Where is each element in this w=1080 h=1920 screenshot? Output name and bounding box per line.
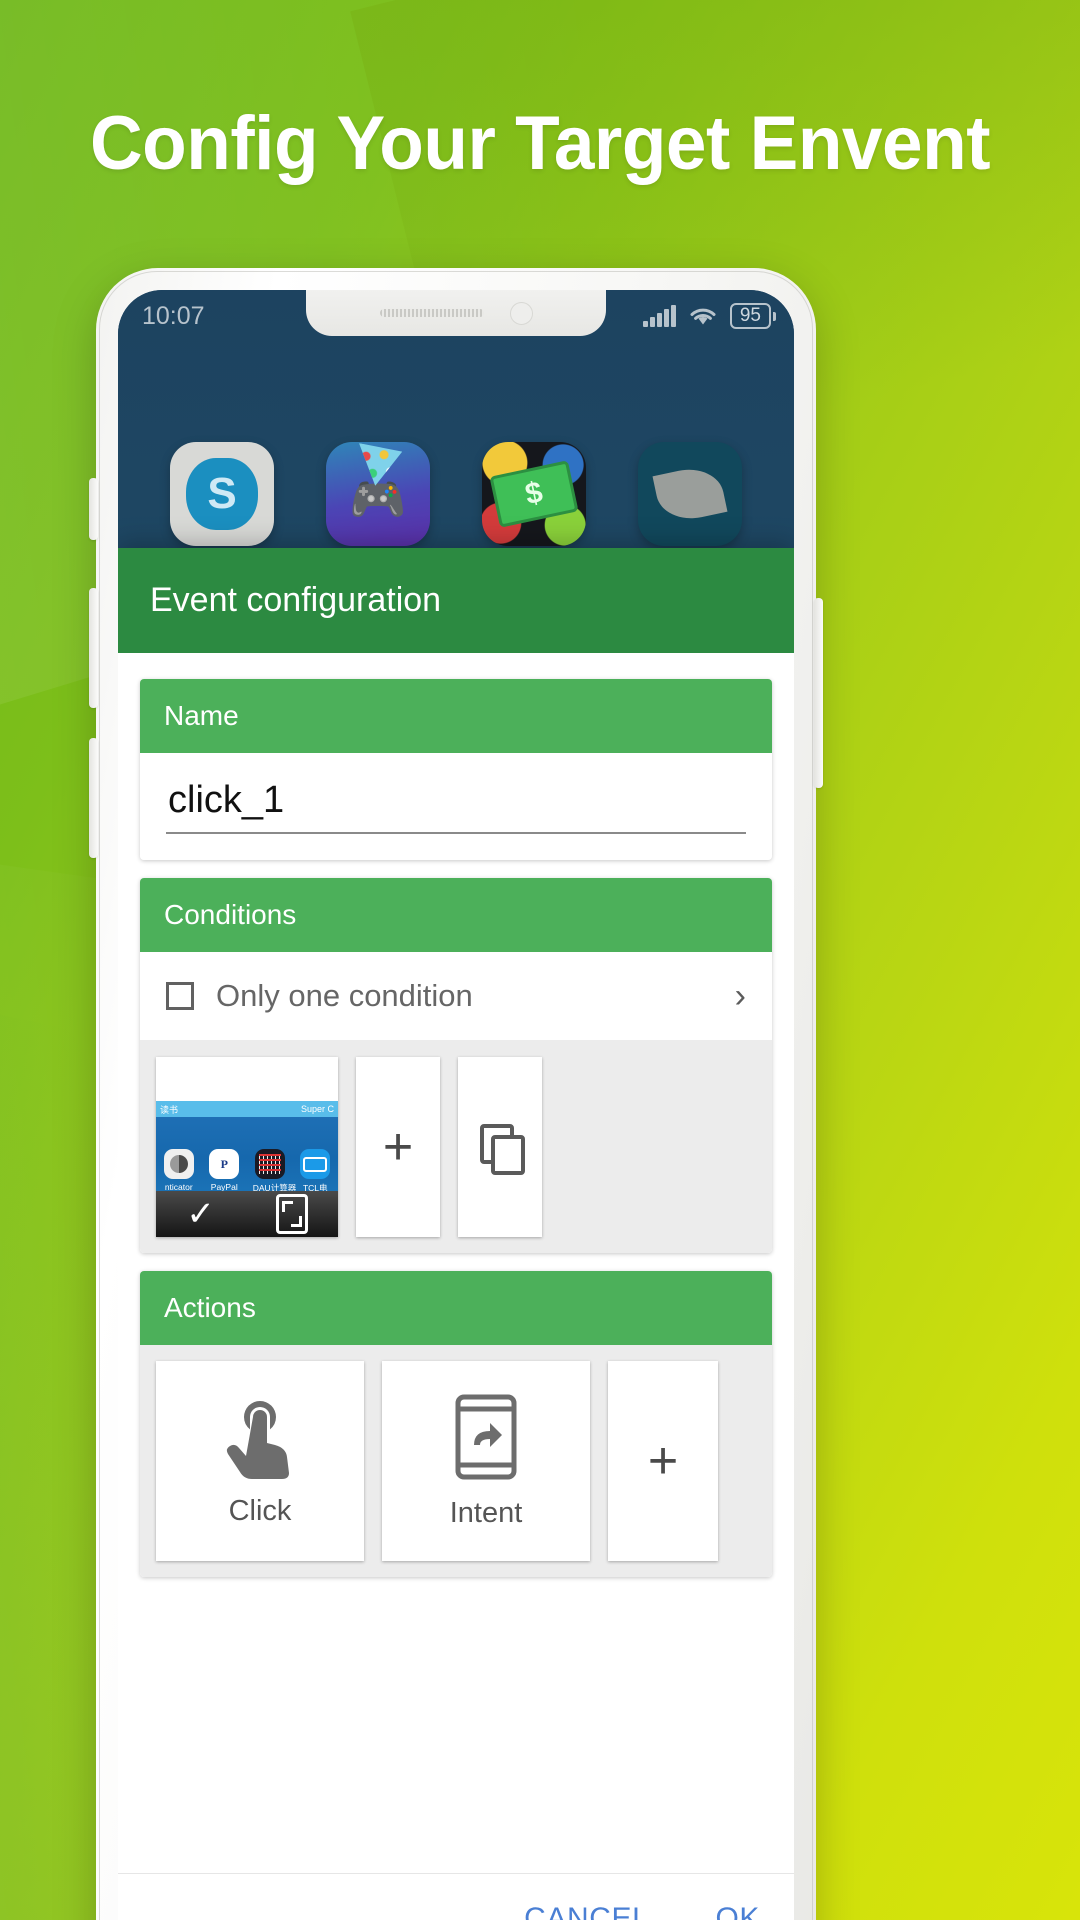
- plus-icon: +: [382, 1118, 414, 1176]
- promo-screenshot: Config Your Target Envent 10:07 95 S 🎮 $…: [0, 0, 1080, 1920]
- thumb-app: P PayPal: [207, 1149, 241, 1192]
- leaf-icon[interactable]: [638, 442, 742, 546]
- abacus-icon: [254, 1149, 285, 1179]
- name-section-title: Name: [140, 679, 772, 753]
- crop-screen-icon: [275, 1194, 308, 1234]
- name-card: Name: [140, 679, 772, 860]
- action-label: Click: [228, 1494, 292, 1527]
- event-configuration-dialog: Event configuration Name Conditions: [118, 548, 794, 1920]
- action-label: Intent: [449, 1496, 523, 1529]
- phone-power-button: [814, 598, 823, 788]
- conditions-thumbnail-strip: 读书 Super C nticator P PayPal DAU计算器 TCL电…: [140, 1041, 772, 1253]
- money-game-icon[interactable]: $: [482, 442, 586, 546]
- screenshot-status-right: Super C: [300, 1104, 334, 1114]
- add-condition-button[interactable]: +: [356, 1057, 440, 1237]
- money-game-glyph: $: [489, 460, 579, 528]
- name-input[interactable]: [166, 775, 746, 834]
- earpiece-speaker-icon: [379, 309, 484, 317]
- thumb-app: TCL电: [298, 1149, 332, 1194]
- thumb-app: nticator: [162, 1149, 196, 1192]
- action-intent-button[interactable]: Intent: [382, 1361, 590, 1561]
- plus-icon: +: [647, 1432, 679, 1490]
- dialog-title: Event configuration: [118, 548, 794, 653]
- signal-bars-icon: [643, 305, 676, 327]
- check-icon: ✓: [186, 1195, 215, 1233]
- phone-side-button: [89, 478, 98, 540]
- dialog-body: Name Conditions Onl: [118, 653, 794, 1873]
- tap-hand-icon: [222, 1395, 298, 1479]
- authenticator-icon: [163, 1149, 194, 1179]
- condition-screenshot: 读书 Super C nticator P PayPal DAU计算器 TCL电…: [156, 1101, 338, 1237]
- chevron-right-icon[interactable]: ›: [735, 979, 746, 1013]
- copy-icon: [480, 1124, 525, 1175]
- phone-share-icon: [454, 1393, 518, 1481]
- action-click-button[interactable]: Click: [156, 1361, 364, 1561]
- status-bar-time: 10:07: [142, 301, 205, 330]
- skype-icon-letter: S: [186, 458, 258, 530]
- add-action-button[interactable]: +: [608, 1361, 718, 1561]
- leaf-shape: [652, 462, 728, 526]
- gamepad-icon[interactable]: 🎮: [326, 442, 430, 546]
- promo-headline: Config Your Target Envent: [89, 101, 991, 186]
- home-screen-app-row: S 🎮 $: [118, 442, 794, 546]
- skype-icon[interactable]: S: [170, 442, 274, 546]
- front-camera-icon: [509, 301, 533, 325]
- dialog-footer: CANCEL OK: [118, 1873, 794, 1920]
- tcl-icon: [300, 1149, 331, 1179]
- condition-thumbnail[interactable]: 读书 Super C nticator P PayPal DAU计算器 TCL电…: [156, 1057, 338, 1237]
- phone-device-frame: 10:07 95 S 🎮 $ Event configuration Name …: [89, 268, 823, 1920]
- wifi-icon: [690, 308, 716, 325]
- phone-screen: 10:07 95 S 🎮 $ Event configuration Name …: [118, 290, 794, 1920]
- condition-mode-label: Only one condition: [216, 978, 473, 1013]
- conditions-section-title: Conditions: [140, 878, 772, 952]
- thumb-app: DAU计算器: [253, 1149, 296, 1194]
- conditions-card: Conditions Only one condition › 读书 Super…: [140, 878, 772, 1253]
- ok-button[interactable]: OK: [711, 1896, 764, 1920]
- screenshot-status-left: 读书: [160, 1104, 179, 1115]
- checkbox-square-icon[interactable]: [166, 982, 194, 1010]
- phone-volume-up-button: [89, 588, 98, 708]
- paypal-icon: P: [209, 1149, 240, 1179]
- actions-strip: Click Intent +: [140, 1345, 772, 1577]
- battery-level: 95: [729, 303, 771, 329]
- cancel-button[interactable]: CANCEL: [520, 1896, 653, 1920]
- actions-card: Actions Click Intent +: [140, 1271, 772, 1577]
- duplicate-condition-button[interactable]: [458, 1057, 542, 1237]
- phone-volume-down-button: [89, 738, 98, 858]
- thumbnail-action-bar: ✓: [156, 1191, 338, 1237]
- actions-section-title: Actions: [140, 1271, 772, 1345]
- condition-mode-row[interactable]: Only one condition ›: [140, 952, 772, 1041]
- battery-icon: 95: [729, 303, 776, 329]
- phone-notch: [306, 290, 606, 336]
